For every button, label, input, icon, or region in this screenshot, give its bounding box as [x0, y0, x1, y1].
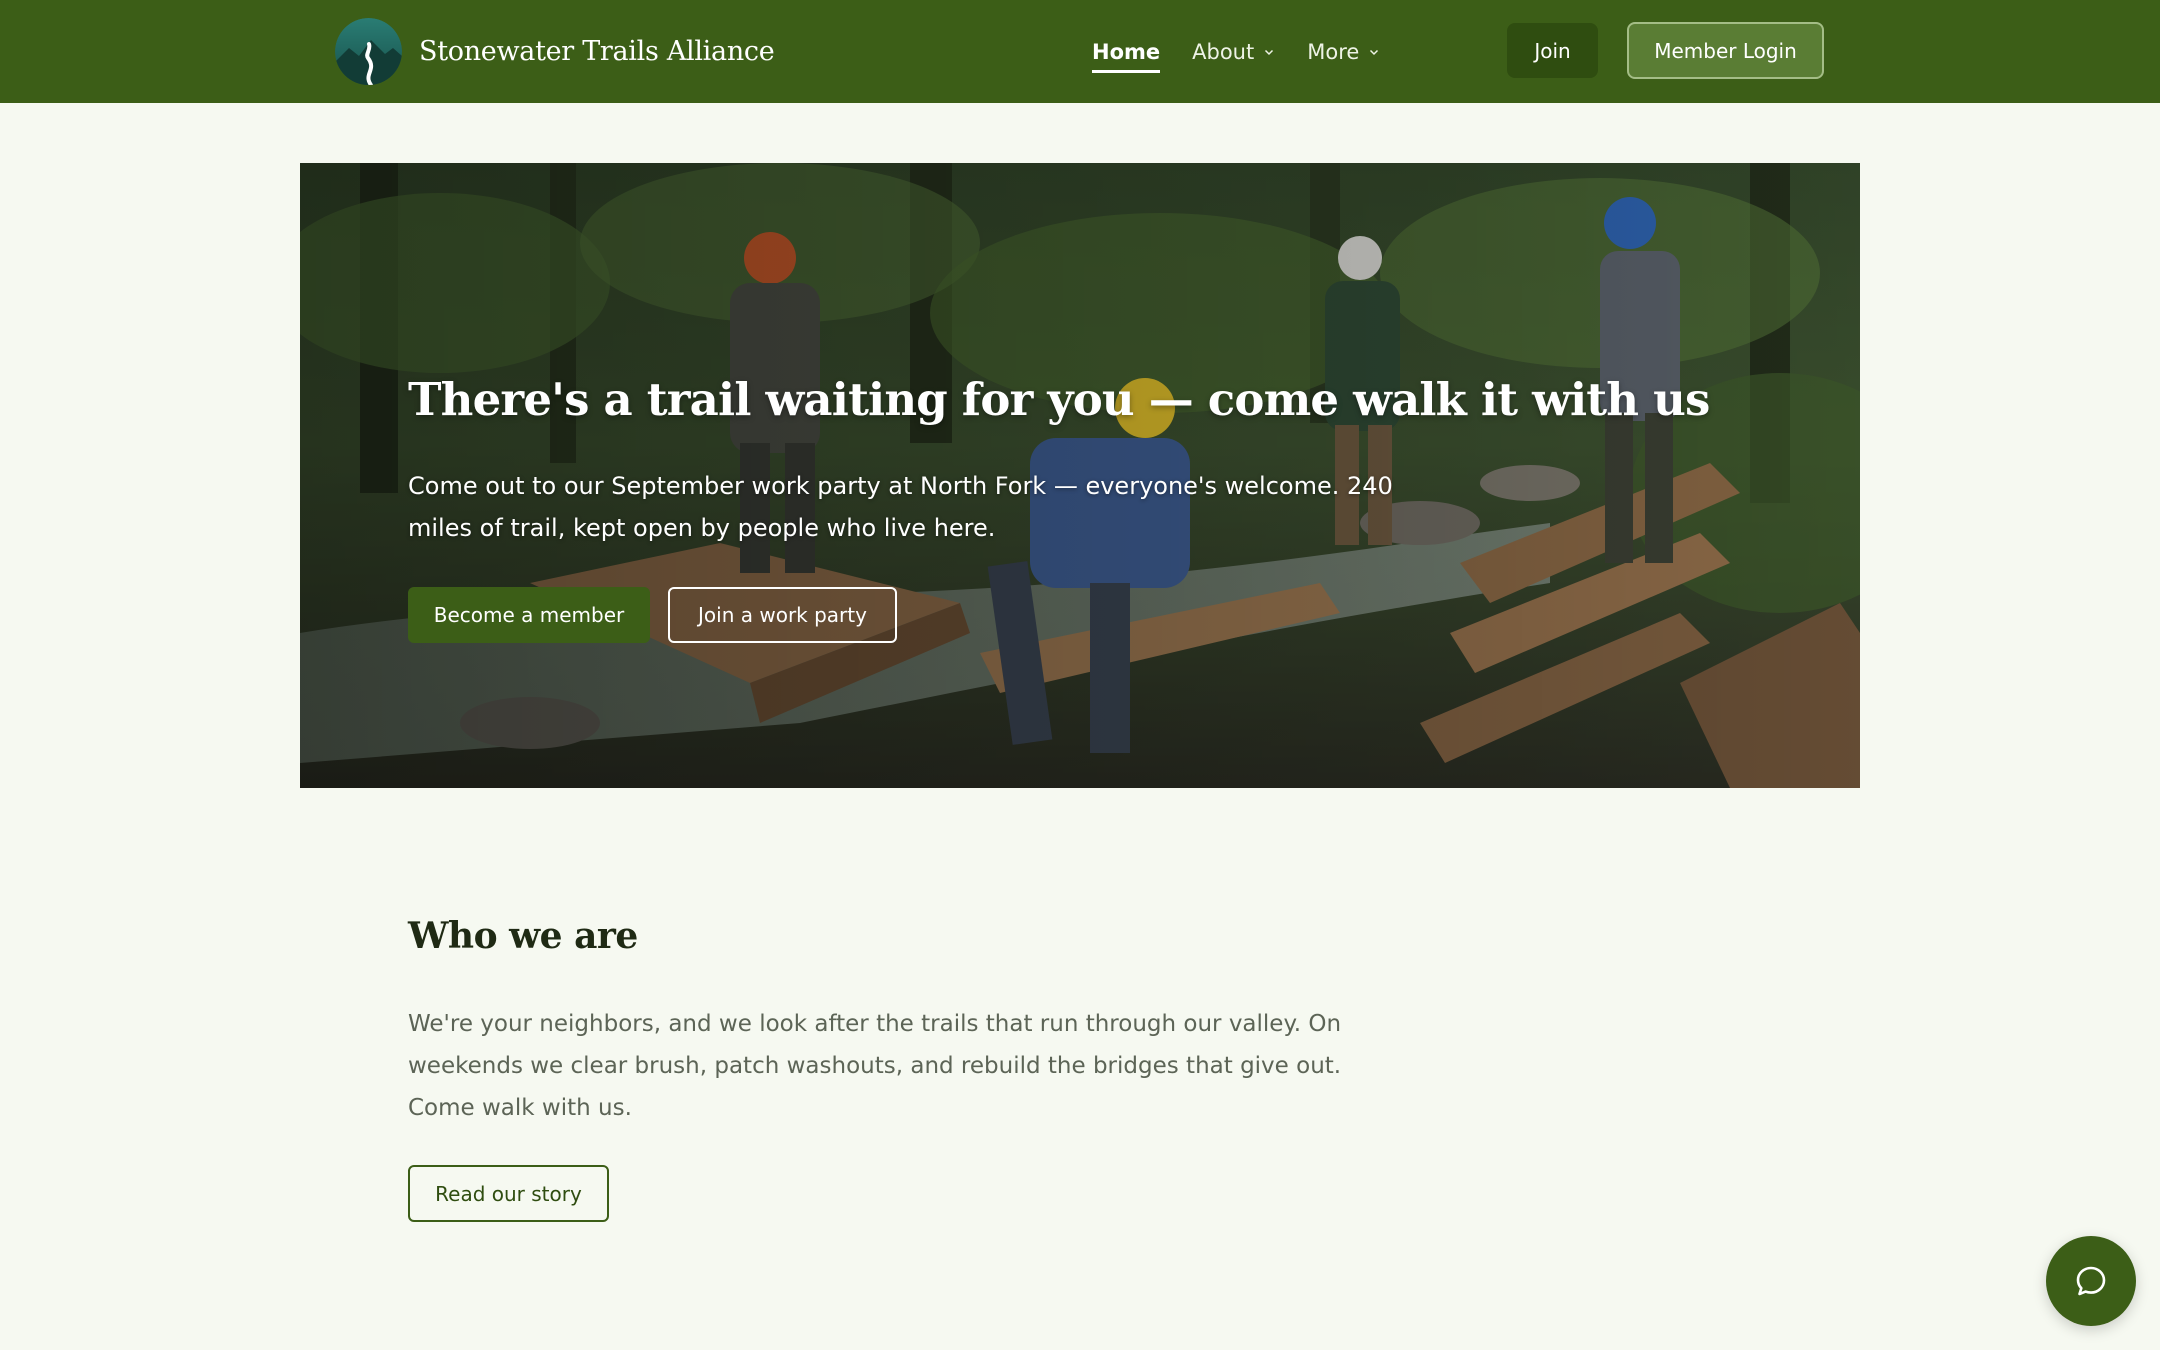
brand[interactable]: Stonewater Trails Alliance	[335, 18, 775, 85]
nav-home[interactable]: Home	[1092, 39, 1161, 73]
hero-banner: There's a trail waiting for you — come w…	[300, 163, 1860, 788]
brand-name: Stonewater Trails Alliance	[419, 36, 775, 67]
become-member-button[interactable]: Become a member	[408, 587, 650, 643]
site-header: Stonewater Trails Alliance Home About Mo…	[0, 0, 2160, 103]
nav-about[interactable]: About	[1192, 40, 1275, 64]
hero-title: There's a trail waiting for you — come w…	[408, 373, 1710, 426]
trail-logo-icon	[335, 18, 402, 85]
chat-bubble-icon	[2076, 1266, 2106, 1296]
nav-about-label: About	[1192, 39, 1255, 64]
nav-home-label: Home	[1092, 39, 1161, 64]
join-work-party-button[interactable]: Join a work party	[668, 587, 897, 643]
chat-button[interactable]	[2046, 1236, 2136, 1326]
section-title: Who we are	[408, 915, 638, 957]
hero-subtitle: Come out to our September work party at …	[408, 472, 1393, 542]
section-body: We're your neighbors, and we look after …	[408, 1011, 1342, 1121]
join-button[interactable]: Join	[1507, 23, 1598, 78]
read-story-button[interactable]: Read our story	[408, 1165, 609, 1222]
nav-more[interactable]: More	[1307, 40, 1380, 64]
chevron-down-icon	[1265, 49, 1274, 55]
nav-more-label: More	[1307, 39, 1360, 64]
main-nav: Home About More	[1092, 0, 1412, 103]
member-login-button[interactable]: Member Login	[1627, 22, 1824, 79]
chevron-down-icon	[1370, 49, 1379, 55]
